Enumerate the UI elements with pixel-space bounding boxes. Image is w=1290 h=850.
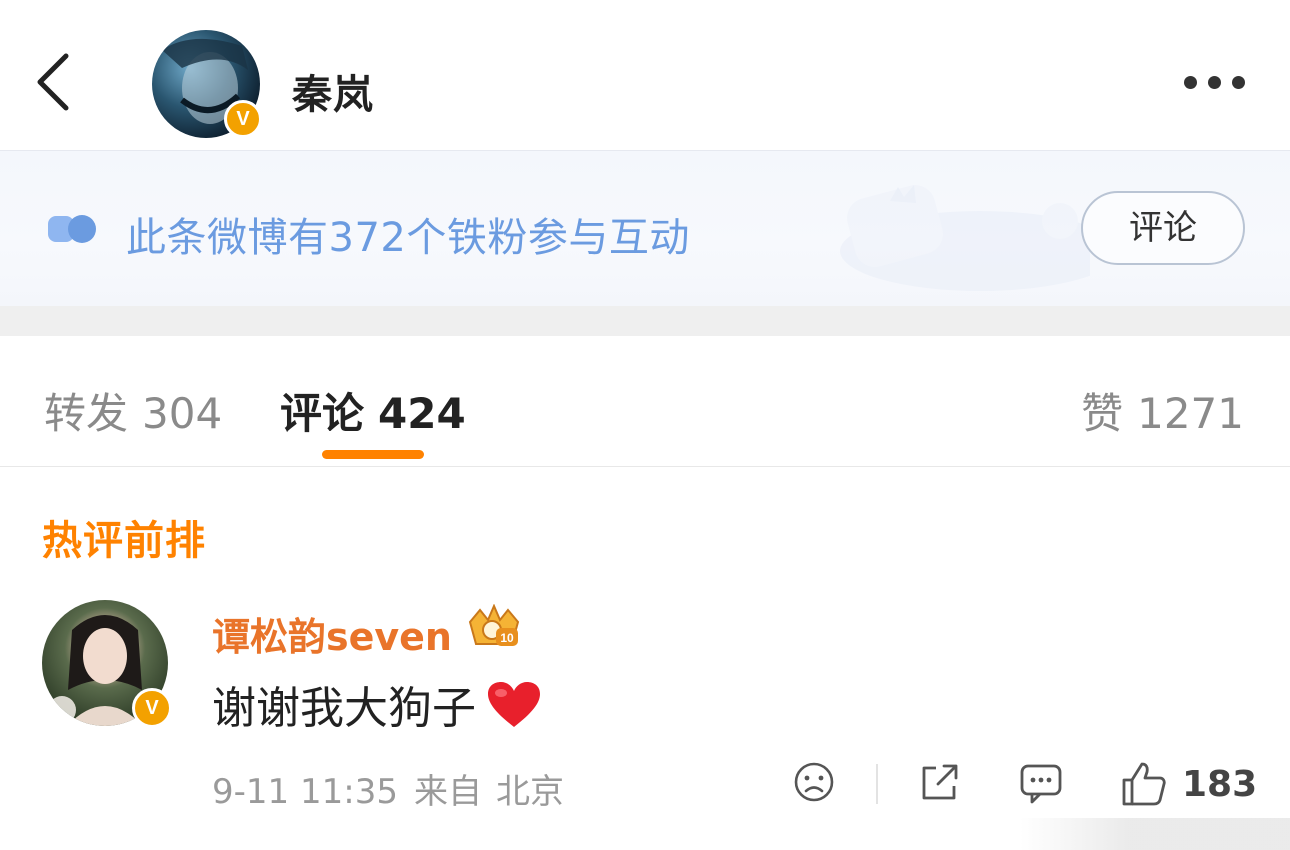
fan-crown-icon[interactable]: 10 — [466, 604, 522, 650]
tab-label: 转发 — [44, 389, 129, 438]
section-divider — [0, 306, 1290, 336]
comment-location: 北京 — [495, 772, 564, 812]
more-dot-icon — [1208, 76, 1221, 89]
comment-source: 来自 — [413, 772, 482, 812]
share-icon — [922, 764, 958, 800]
like-button[interactable] — [1120, 760, 1168, 812]
like-count: 183 — [1182, 764, 1258, 805]
home-indicator-bar — [1020, 818, 1290, 850]
comment-meta: 9-11 11:35 来自 北京 — [212, 764, 564, 813]
fan-level: 10 — [500, 631, 514, 645]
action-divider — [876, 764, 878, 804]
share-button[interactable] — [916, 760, 962, 810]
tab-count: 424 — [378, 389, 466, 438]
tab-comments[interactable]: 评论 424 — [280, 380, 466, 441]
comment-text: 谢谢我大狗子 — [212, 672, 542, 736]
heart-icon — [488, 682, 540, 727]
comment-bubble-icon — [1020, 764, 1062, 804]
more-options-button[interactable] — [1176, 66, 1256, 100]
top-bar: V 秦岚 — [0, 0, 1290, 150]
verified-badge: V — [224, 100, 262, 138]
back-button[interactable] — [28, 52, 80, 112]
reply-button[interactable] — [1018, 760, 1064, 810]
more-dot-icon — [1232, 76, 1245, 89]
commenter-name[interactable]: 谭松韵seven — [212, 606, 452, 661]
interaction-tabs: 转发 304 评论 424 赞 1271 — [0, 336, 1290, 467]
banner-comment-button[interactable]: 评论 — [1081, 191, 1245, 265]
thumbs-up-icon — [1122, 762, 1166, 806]
hot-comments-title: 热评前排 — [42, 518, 206, 564]
banner-decoration-icon — [840, 185, 1090, 291]
tab-count: 1271 — [1137, 389, 1244, 438]
active-tab-indicator — [322, 450, 424, 459]
tab-label: 赞 — [1081, 389, 1124, 438]
fans-banner-text: 此条微博有372个铁粉参与互动 — [126, 215, 690, 261]
tab-count: 304 — [142, 389, 223, 438]
dislike-button[interactable] — [792, 760, 836, 808]
commenter-avatar[interactable]: V — [42, 600, 172, 728]
verified-badge: V — [132, 688, 172, 728]
tab-label: 评论 — [280, 389, 365, 438]
fans-interaction-banner: 此条微博有372个铁粉参与互动 评论 — [0, 150, 1290, 307]
frown-face-icon — [794, 762, 834, 802]
tab-reposts[interactable]: 转发 304 — [44, 380, 222, 441]
more-dot-icon — [1184, 76, 1197, 89]
comment-body: 谢谢我大狗子 — [212, 683, 476, 734]
author-avatar[interactable]: V — [152, 30, 262, 140]
tab-likes[interactable]: 赞 1271 — [1081, 380, 1244, 441]
chevron-left-icon — [37, 53, 69, 111]
comment-time: 9-11 11:35 — [212, 772, 398, 812]
author-name[interactable]: 秦岚 — [292, 62, 374, 120]
fans-icon — [48, 215, 96, 243]
